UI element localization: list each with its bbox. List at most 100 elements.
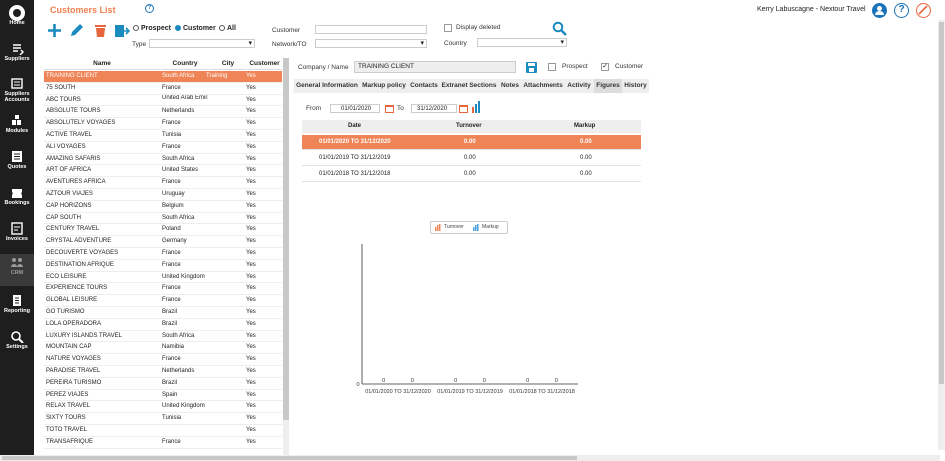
column-header-customer[interactable]: Customer [247, 58, 282, 70]
tab-general-information[interactable]: General Information [294, 79, 360, 93]
logout-icon[interactable] [916, 3, 931, 18]
chart-refresh-icon[interactable] [472, 101, 482, 113]
list-item[interactable]: CAP SOUTH South Africa Yes [44, 213, 282, 225]
add-icon[interactable] [47, 23, 62, 38]
radio-prospect[interactable]: Prospect [133, 25, 171, 32]
save-icon[interactable] [526, 62, 537, 73]
calendar-icon[interactable] [459, 104, 468, 113]
list-item[interactable]: MOUNTAIN CAP Namibia Yes [44, 342, 282, 355]
to-date-input[interactable]: 31/12/2020 [411, 104, 457, 113]
crm-icon [11, 258, 23, 267]
list-item[interactable]: GO TURISMO Brazil Yes [44, 307, 282, 319]
country-select[interactable] [477, 38, 567, 47]
list-item[interactable]: EXPERIENCE TOURS France Yes [44, 283, 282, 296]
prospect-checkbox[interactable] [548, 63, 556, 71]
tab-history[interactable]: History [622, 79, 649, 93]
radio-all[interactable]: All [219, 25, 236, 32]
sidebar-item-home[interactable]: Home [0, 20, 34, 32]
page-scroll-thumb[interactable] [939, 22, 944, 384]
list-item[interactable]: TOTO TRAVEL Yes [44, 425, 282, 437]
cell-country: Brazil [162, 379, 178, 386]
value-label: 0 [454, 378, 457, 384]
list-item[interactable]: PEREZ VIAJES Spain Yes [44, 390, 282, 402]
sidebar-item-modules[interactable]: Modules [0, 112, 34, 146]
reporting-icon [13, 295, 21, 306]
list-item[interactable]: CENTURY TRAVEL Poland Yes [44, 224, 282, 237]
type-select[interactable] [149, 39, 255, 48]
horizontal-scroll-thumb[interactable] [2, 456, 577, 460]
sidebar-item-reporting[interactable]: Reporting [0, 292, 34, 326]
delete-icon[interactable] [94, 23, 107, 38]
tab-attachments[interactable]: Attachments [522, 79, 564, 93]
sidebar-item-crm[interactable]: CRM [0, 254, 34, 286]
list-item[interactable]: PEREIRA TURISMO Brazil Yes [44, 378, 282, 390]
user-icon[interactable] [872, 3, 887, 18]
col-markup: Markup [574, 123, 596, 129]
app-logo[interactable] [9, 5, 25, 21]
list-item[interactable]: SIXTY TOURS Tunisia Yes [44, 413, 282, 425]
sidebar-item-bookings[interactable]: Bookings [0, 184, 34, 218]
list-item[interactable]: ABC TOURS United Arab Emirates Yes [44, 95, 282, 107]
tab-contacts[interactable]: Contacts [408, 79, 440, 93]
network-select[interactable] [315, 39, 427, 48]
list-item[interactable]: LOLA OPERADORA Brazil Yes [44, 319, 282, 331]
list-item[interactable]: ART OF AFRICA United States Yes [44, 165, 282, 178]
figures-row[interactable]: 01/01/2018 TO 31/12/2018 0.00 0.00 [302, 167, 641, 182]
sidebar-item-quotes[interactable]: Quotes [0, 148, 34, 182]
help-circle-icon[interactable]: ? [894, 3, 909, 18]
sidebar-item-settings[interactable]: Settings [0, 328, 34, 362]
column-header-name[interactable]: Name [44, 58, 160, 70]
list-item[interactable]: GLOBAL LEISURE France Yes [44, 295, 282, 307]
list-item[interactable]: ALI VOYAGES France Yes [44, 142, 282, 154]
list-item[interactable]: RELAX TRAVEL United Kingdom Yes [44, 401, 282, 414]
list-item[interactable]: ABSOLUTE TOURS Netherlands Yes [44, 106, 282, 119]
tab-figures[interactable]: Figures [594, 79, 622, 93]
cell-customer: Yes [246, 131, 256, 138]
column-header-city[interactable]: City [210, 58, 246, 70]
modules-icon [12, 115, 21, 125]
list-item[interactable]: ECO LEISURE United Kingdom Yes [44, 272, 282, 284]
list-item[interactable]: DECOUVERTE VOYAGES France Yes [44, 248, 282, 260]
figures-row[interactable]: 01/01/2020 TO 31/12/2020 0.00 0.00 [302, 135, 641, 150]
list-item[interactable]: 75 SOUTH France Yes [44, 83, 282, 95]
company-name-input[interactable]: TRAINING CLIENT [354, 61, 516, 73]
tab-notes[interactable]: Notes [498, 79, 522, 93]
list-item[interactable]: ACTIVE TRAVEL Tunisia Yes [44, 130, 282, 142]
tab-activity[interactable]: Activity [564, 79, 594, 93]
list-item[interactable]: LUXURY ISLANDS TRAVEL South Africa Yes [44, 331, 282, 343]
customer-filter-input[interactable] [315, 25, 427, 34]
list-item[interactable]: CRYSTAL ADVENTURE Germany Yes [44, 236, 282, 248]
customer-checkbox[interactable]: ✓ [601, 63, 609, 71]
list-item[interactable]: AZTOUR VIAJES Uruguay Yes [44, 189, 282, 201]
list-item[interactable]: CAP HORIZONS Belgium Yes [44, 201, 282, 213]
edit-icon[interactable] [69, 23, 84, 38]
radio-customer[interactable]: Customer [175, 25, 216, 32]
export-icon[interactable] [114, 23, 130, 38]
list-item[interactable]: TRANSAFRIQUE France Yes [44, 437, 282, 449]
sidebar-item-invoices[interactable]: Invoices [0, 220, 34, 254]
figures-row[interactable]: 01/01/2019 TO 31/12/2019 0.00 0.00 [302, 151, 641, 166]
display-deleted-checkbox[interactable] [444, 24, 452, 32]
calendar-icon[interactable] [385, 104, 394, 113]
tab-extranet-sections[interactable]: Extranet Sections [440, 79, 498, 93]
list-item[interactable]: AVENTURES AFRICA France Yes [44, 177, 282, 189]
list-scroll-thumb[interactable] [283, 58, 289, 420]
chart-legend: Turnover Markup [430, 221, 508, 234]
list-item[interactable]: AMAZING SAFARIS South Africa Yes [44, 154, 282, 166]
network-label: Network/TO [272, 41, 307, 48]
help-icon[interactable]: ? [145, 4, 154, 13]
sidebar-item-suppliers-accounts[interactable]: Suppliers Accounts [0, 75, 34, 109]
cell-country: France [162, 84, 181, 91]
list-item[interactable]: DESTINATION AFRIQUE France Yes [44, 260, 282, 272]
cell-name: ACTIVE TRAVEL [46, 131, 93, 138]
list-item[interactable]: NATURE VOYAGES France Yes [44, 354, 282, 366]
from-date-input[interactable]: 01/01/2020 [330, 104, 380, 113]
column-header-country[interactable]: Country [161, 58, 209, 70]
cell-country: France [162, 249, 181, 256]
list-item[interactable]: TRAINING CLIENT South Africa Training Yes [44, 71, 282, 83]
list-item[interactable]: ABSOLUTELY VOYAGES France Yes [44, 118, 282, 130]
sidebar-item-suppliers[interactable]: Suppliers [0, 40, 34, 74]
search-icon[interactable] [552, 21, 567, 36]
tab-markup-policy[interactable]: Markup policy [360, 79, 408, 93]
list-item[interactable]: PARADISE TRAVEL Netherlands Yes [44, 366, 282, 378]
